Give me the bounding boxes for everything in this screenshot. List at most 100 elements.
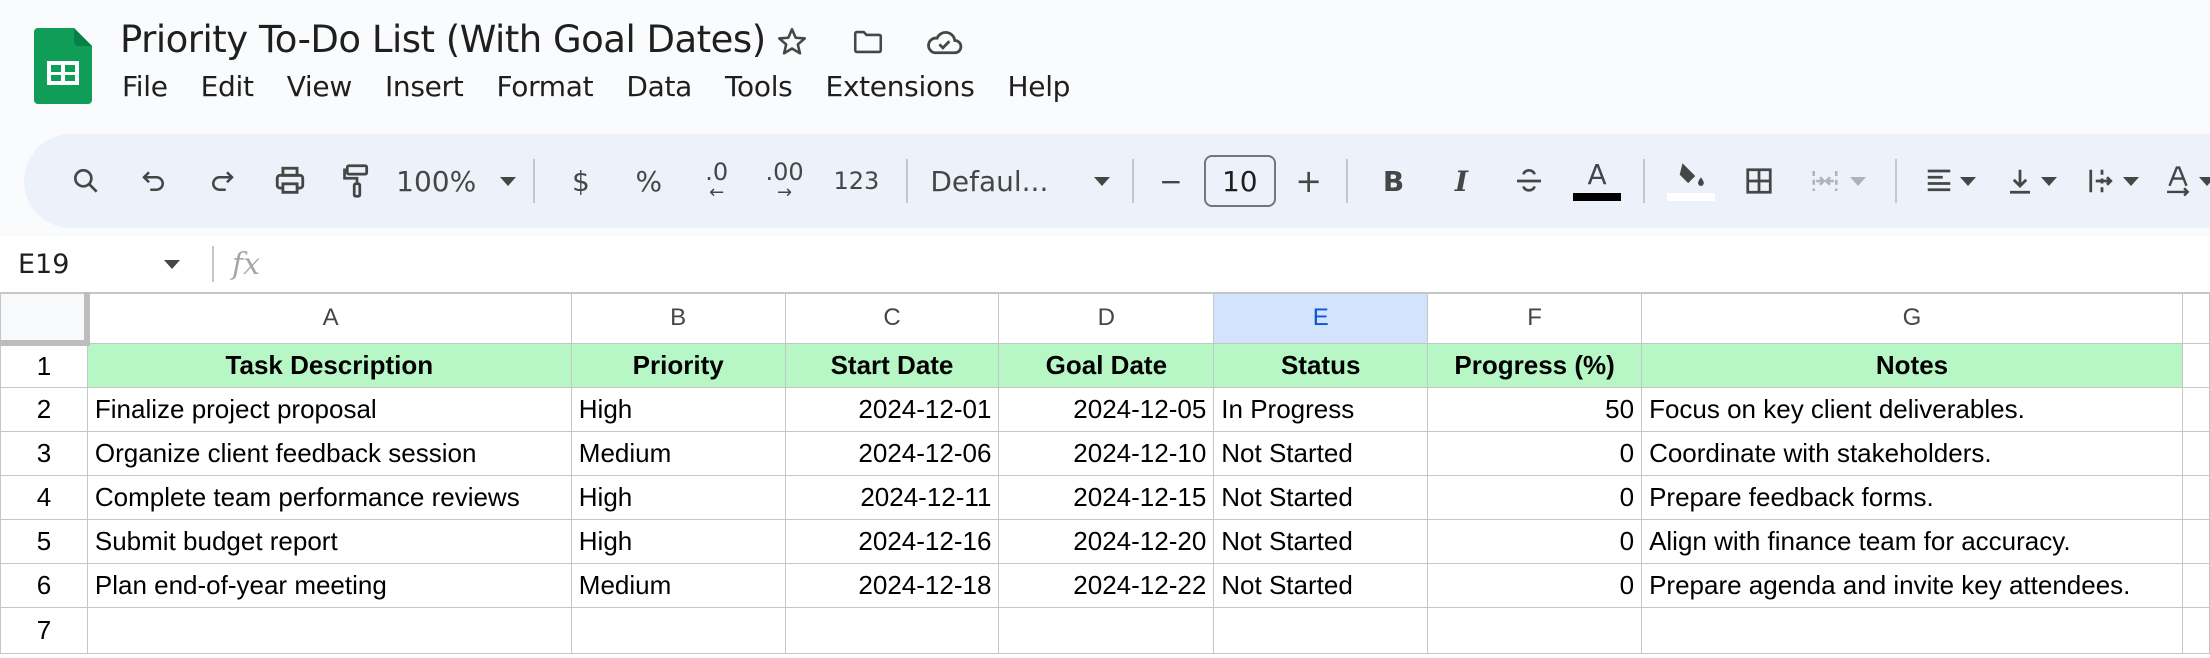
cell-a6[interactable]: Plan end-of-year meeting xyxy=(86,562,572,608)
column-header-e[interactable]: E xyxy=(1213,292,1429,344)
cell-e7[interactable] xyxy=(1213,606,1429,654)
cell-h7[interactable] xyxy=(2181,606,2210,654)
paint-format-button[interactable] xyxy=(323,151,391,211)
cell-e3[interactable]: Not Started xyxy=(1213,430,1429,476)
borders-button[interactable] xyxy=(1725,151,1793,211)
menu-view[interactable]: View xyxy=(287,70,368,103)
cell-g4[interactable]: Prepare feedback forms. xyxy=(1641,474,2183,520)
menu-extensions[interactable]: Extensions xyxy=(825,70,990,103)
zoom-select[interactable]: 100% xyxy=(391,151,521,211)
cell-e1[interactable]: Status xyxy=(1213,342,1429,388)
cell-d5[interactable]: 2024-12-20 xyxy=(998,518,1215,564)
font-size-input[interactable]: 10 xyxy=(1203,155,1276,207)
cell-h6[interactable] xyxy=(2181,562,2210,608)
row-header[interactable]: 5 xyxy=(0,518,88,564)
select-all-corner[interactable] xyxy=(0,292,91,346)
cell-a1[interactable]: Task Description xyxy=(86,342,572,388)
cell-f7[interactable] xyxy=(1427,606,1643,654)
cell-c2[interactable]: 2024-12-01 xyxy=(784,386,1000,432)
cell-e2[interactable]: In Progress xyxy=(1213,386,1429,432)
cell-a3[interactable]: Organize client feedback session xyxy=(86,430,572,476)
cell-d6[interactable]: 2024-12-22 xyxy=(998,562,1215,608)
formula-input[interactable] xyxy=(260,244,2210,284)
folder-icon[interactable] xyxy=(846,20,890,64)
merge-cells-button[interactable] xyxy=(1793,151,1883,211)
print-button[interactable] xyxy=(256,151,324,211)
column-header-c[interactable]: C xyxy=(784,292,1000,344)
cell-h1[interactable] xyxy=(2181,342,2210,388)
cell-f1[interactable]: Progress (%) xyxy=(1427,342,1643,388)
cell-d2[interactable]: 2024-12-05 xyxy=(998,386,1215,432)
cell-h4[interactable] xyxy=(2181,474,2210,520)
cloud-saved-icon[interactable] xyxy=(922,20,966,64)
column-header-f[interactable]: F xyxy=(1427,292,1643,344)
search-menus-button[interactable] xyxy=(52,151,120,211)
column-header-h[interactable] xyxy=(2181,292,2210,344)
cell-g2[interactable]: Focus on key client deliverables. xyxy=(1641,386,2183,432)
horizontal-align-button[interactable] xyxy=(1909,151,1991,211)
cell-g6[interactable]: Prepare agenda and invite key attendees. xyxy=(1641,562,2183,608)
cell-c1[interactable]: Start Date xyxy=(784,342,1000,388)
italic-button[interactable]: I xyxy=(1427,151,1495,211)
cell-b1[interactable]: Priority xyxy=(570,342,786,388)
row-header[interactable]: 7 xyxy=(0,606,88,654)
cell-b5[interactable]: High xyxy=(570,518,786,564)
menu-data[interactable]: Data xyxy=(626,70,708,103)
cell-a4[interactable]: Complete team performance reviews xyxy=(86,474,572,520)
cell-d3[interactable]: 2024-12-10 xyxy=(998,430,1215,476)
text-color-button[interactable]: A xyxy=(1563,151,1631,211)
cell-f3[interactable]: 0 xyxy=(1427,430,1643,476)
cell-c7[interactable] xyxy=(784,606,1000,654)
text-rotation-button[interactable] xyxy=(2154,151,2210,211)
cell-g5[interactable]: Align with finance team for accuracy. xyxy=(1641,518,2183,564)
cell-b2[interactable]: High xyxy=(570,386,786,432)
undo-button[interactable] xyxy=(120,151,188,211)
cell-b4[interactable]: High xyxy=(570,474,786,520)
cell-a7[interactable] xyxy=(86,606,572,654)
more-formats-button[interactable]: 123 xyxy=(818,151,894,211)
cell-f6[interactable]: 0 xyxy=(1427,562,1643,608)
vertical-align-button[interactable] xyxy=(1990,151,2072,211)
cell-f5[interactable]: 0 xyxy=(1427,518,1643,564)
cell-h5[interactable] xyxy=(2181,518,2210,564)
cell-h2[interactable] xyxy=(2181,386,2210,432)
cell-d4[interactable]: 2024-12-15 xyxy=(998,474,1215,520)
cell-c4[interactable]: 2024-12-11 xyxy=(784,474,1000,520)
row-header[interactable]: 4 xyxy=(0,474,88,520)
column-header-b[interactable]: B xyxy=(570,292,786,344)
increase-font-size-button[interactable]: + xyxy=(1284,151,1334,211)
redo-button[interactable] xyxy=(188,151,256,211)
cell-b7[interactable] xyxy=(570,606,786,654)
cell-a5[interactable]: Submit budget report xyxy=(86,518,572,564)
cell-b3[interactable]: Medium xyxy=(570,430,786,476)
strikethrough-button[interactable] xyxy=(1495,151,1563,211)
cell-f4[interactable]: 0 xyxy=(1427,474,1643,520)
row-header[interactable]: 6 xyxy=(0,562,88,608)
cell-e5[interactable]: Not Started xyxy=(1213,518,1429,564)
cell-g1[interactable]: Notes xyxy=(1641,342,2183,388)
text-wrapping-button[interactable] xyxy=(2072,151,2154,211)
name-box[interactable]: E19 xyxy=(0,249,200,280)
fill-color-button[interactable] xyxy=(1657,151,1725,211)
cell-g7[interactable] xyxy=(1641,606,2183,654)
increase-decimal-button[interactable]: .00 → xyxy=(751,151,819,211)
menu-edit[interactable]: Edit xyxy=(201,70,270,103)
format-currency-button[interactable]: $ xyxy=(547,151,615,211)
cell-c6[interactable]: 2024-12-18 xyxy=(784,562,1000,608)
decrease-font-size-button[interactable]: − xyxy=(1146,151,1196,211)
bold-button[interactable]: B xyxy=(1360,151,1428,211)
menu-file[interactable]: File xyxy=(122,70,184,103)
row-header[interactable]: 1 xyxy=(0,342,88,388)
cell-f2[interactable]: 50 xyxy=(1427,386,1643,432)
cell-e6[interactable]: Not Started xyxy=(1213,562,1429,608)
row-header[interactable]: 2 xyxy=(0,386,88,432)
cell-e4[interactable]: Not Started xyxy=(1213,474,1429,520)
cell-d7[interactable] xyxy=(998,606,1215,654)
cell-g3[interactable]: Coordinate with stakeholders. xyxy=(1641,430,2183,476)
row-header[interactable]: 3 xyxy=(0,430,88,476)
cell-c5[interactable]: 2024-12-16 xyxy=(784,518,1000,564)
column-header-g[interactable]: G xyxy=(1641,292,2183,344)
sheets-logo-icon[interactable] xyxy=(34,28,92,104)
document-title[interactable]: Priority To-Do List (With Goal Dates) xyxy=(120,18,766,61)
cell-h3[interactable] xyxy=(2181,430,2210,476)
